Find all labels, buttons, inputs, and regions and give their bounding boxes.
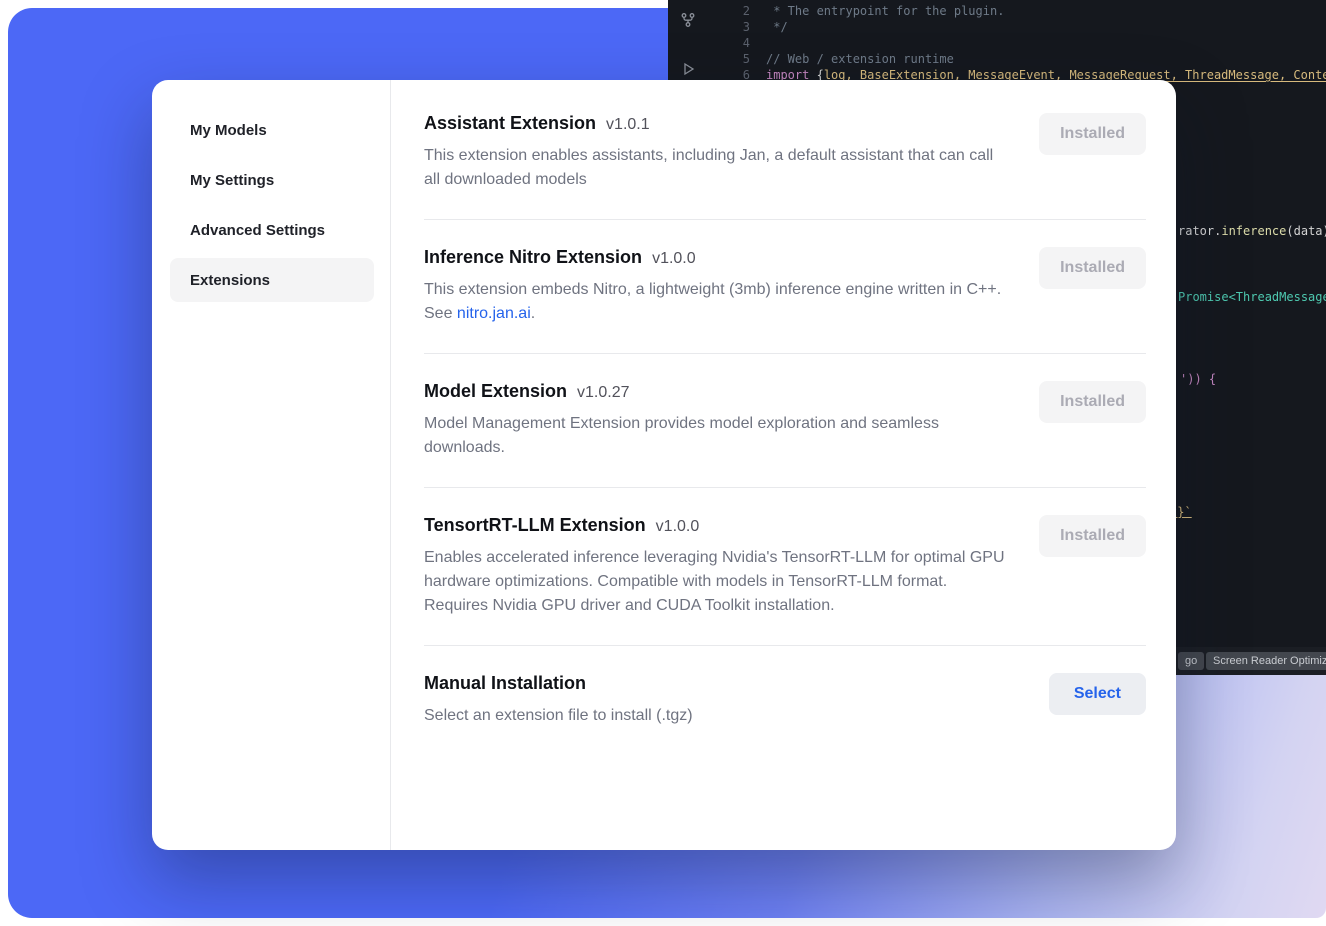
installed-button: Installed bbox=[1039, 247, 1146, 289]
editor-icon-bar bbox=[680, 12, 696, 80]
select-file-button[interactable]: Select bbox=[1049, 673, 1146, 715]
installed-button: Installed bbox=[1039, 113, 1146, 155]
extension-row: Inference Nitro Extension v1.0.0 This ex… bbox=[424, 220, 1146, 353]
code-lines: 2 * The entrypoint for the plugin. 3 */ … bbox=[728, 3, 1326, 83]
installed-button: Installed bbox=[1039, 381, 1146, 423]
code-comment: */ bbox=[766, 19, 788, 35]
manual-installation-row: Manual Installation Select an extension … bbox=[424, 646, 1146, 755]
extension-description: Enables accelerated inference leveraging… bbox=[424, 546, 1009, 618]
extension-name: Inference Nitro Extension bbox=[424, 247, 642, 268]
sidebar-item-my-settings[interactable]: My Settings bbox=[170, 158, 374, 202]
code-comment: * The entrypoint for the plugin. bbox=[766, 3, 1004, 19]
installed-button: Installed bbox=[1039, 515, 1146, 557]
code-comment: // Web / extension runtime bbox=[766, 51, 954, 67]
line-number: 5 bbox=[728, 51, 750, 67]
extension-description: Model Management Extension provides mode… bbox=[424, 412, 1009, 460]
code-fragment: Promise<ThreadMessage> bbox=[1178, 290, 1326, 305]
manual-installation-description: Select an extension file to install (.tg… bbox=[424, 704, 1009, 728]
screen-reader-chip: Screen Reader Optimize bbox=[1206, 652, 1326, 670]
code-fragment: ')) { bbox=[1180, 372, 1216, 387]
settings-sidebar: My Models My Settings Advanced Settings … bbox=[152, 80, 391, 850]
extension-version: v1.0.0 bbox=[656, 518, 700, 536]
nitro-link[interactable]: nitro.jan.ai bbox=[457, 305, 531, 322]
fork-icon bbox=[680, 12, 696, 31]
extension-row: Assistant Extension v1.0.1 This extensio… bbox=[424, 80, 1146, 219]
line-number: 2 bbox=[728, 3, 750, 19]
sidebar-item-advanced-settings[interactable]: Advanced Settings bbox=[170, 208, 374, 252]
extension-description: This extension embeds Nitro, a lightweig… bbox=[424, 278, 1009, 326]
status-chip: go bbox=[1178, 652, 1204, 670]
settings-modal: My Models My Settings Advanced Settings … bbox=[152, 80, 1176, 850]
extensions-panel: Assistant Extension v1.0.1 This extensio… bbox=[391, 80, 1176, 850]
extension-description: This extension enables assistants, inclu… bbox=[424, 144, 1009, 192]
extension-version: v1.0.1 bbox=[606, 116, 650, 134]
extension-name: Assistant Extension bbox=[424, 113, 596, 134]
extension-row: TensortRT-LLM Extension v1.0.0 Enables a… bbox=[424, 488, 1146, 645]
play-icon bbox=[680, 61, 696, 80]
extension-version: v1.0.27 bbox=[577, 384, 629, 402]
extension-version: v1.0.0 bbox=[652, 250, 696, 268]
extension-name: TensortRT-LLM Extension bbox=[424, 515, 646, 536]
extension-row: Model Extension v1.0.27 Model Management… bbox=[424, 354, 1146, 487]
line-number: 4 bbox=[728, 35, 750, 51]
manual-installation-title: Manual Installation bbox=[424, 673, 586, 694]
sidebar-item-extensions[interactable]: Extensions bbox=[170, 258, 374, 302]
code-fragment: rator.inference(data)); bbox=[1178, 224, 1326, 239]
line-number: 3 bbox=[728, 19, 750, 35]
sidebar-item-my-models[interactable]: My Models bbox=[170, 108, 374, 152]
extension-name: Model Extension bbox=[424, 381, 567, 402]
